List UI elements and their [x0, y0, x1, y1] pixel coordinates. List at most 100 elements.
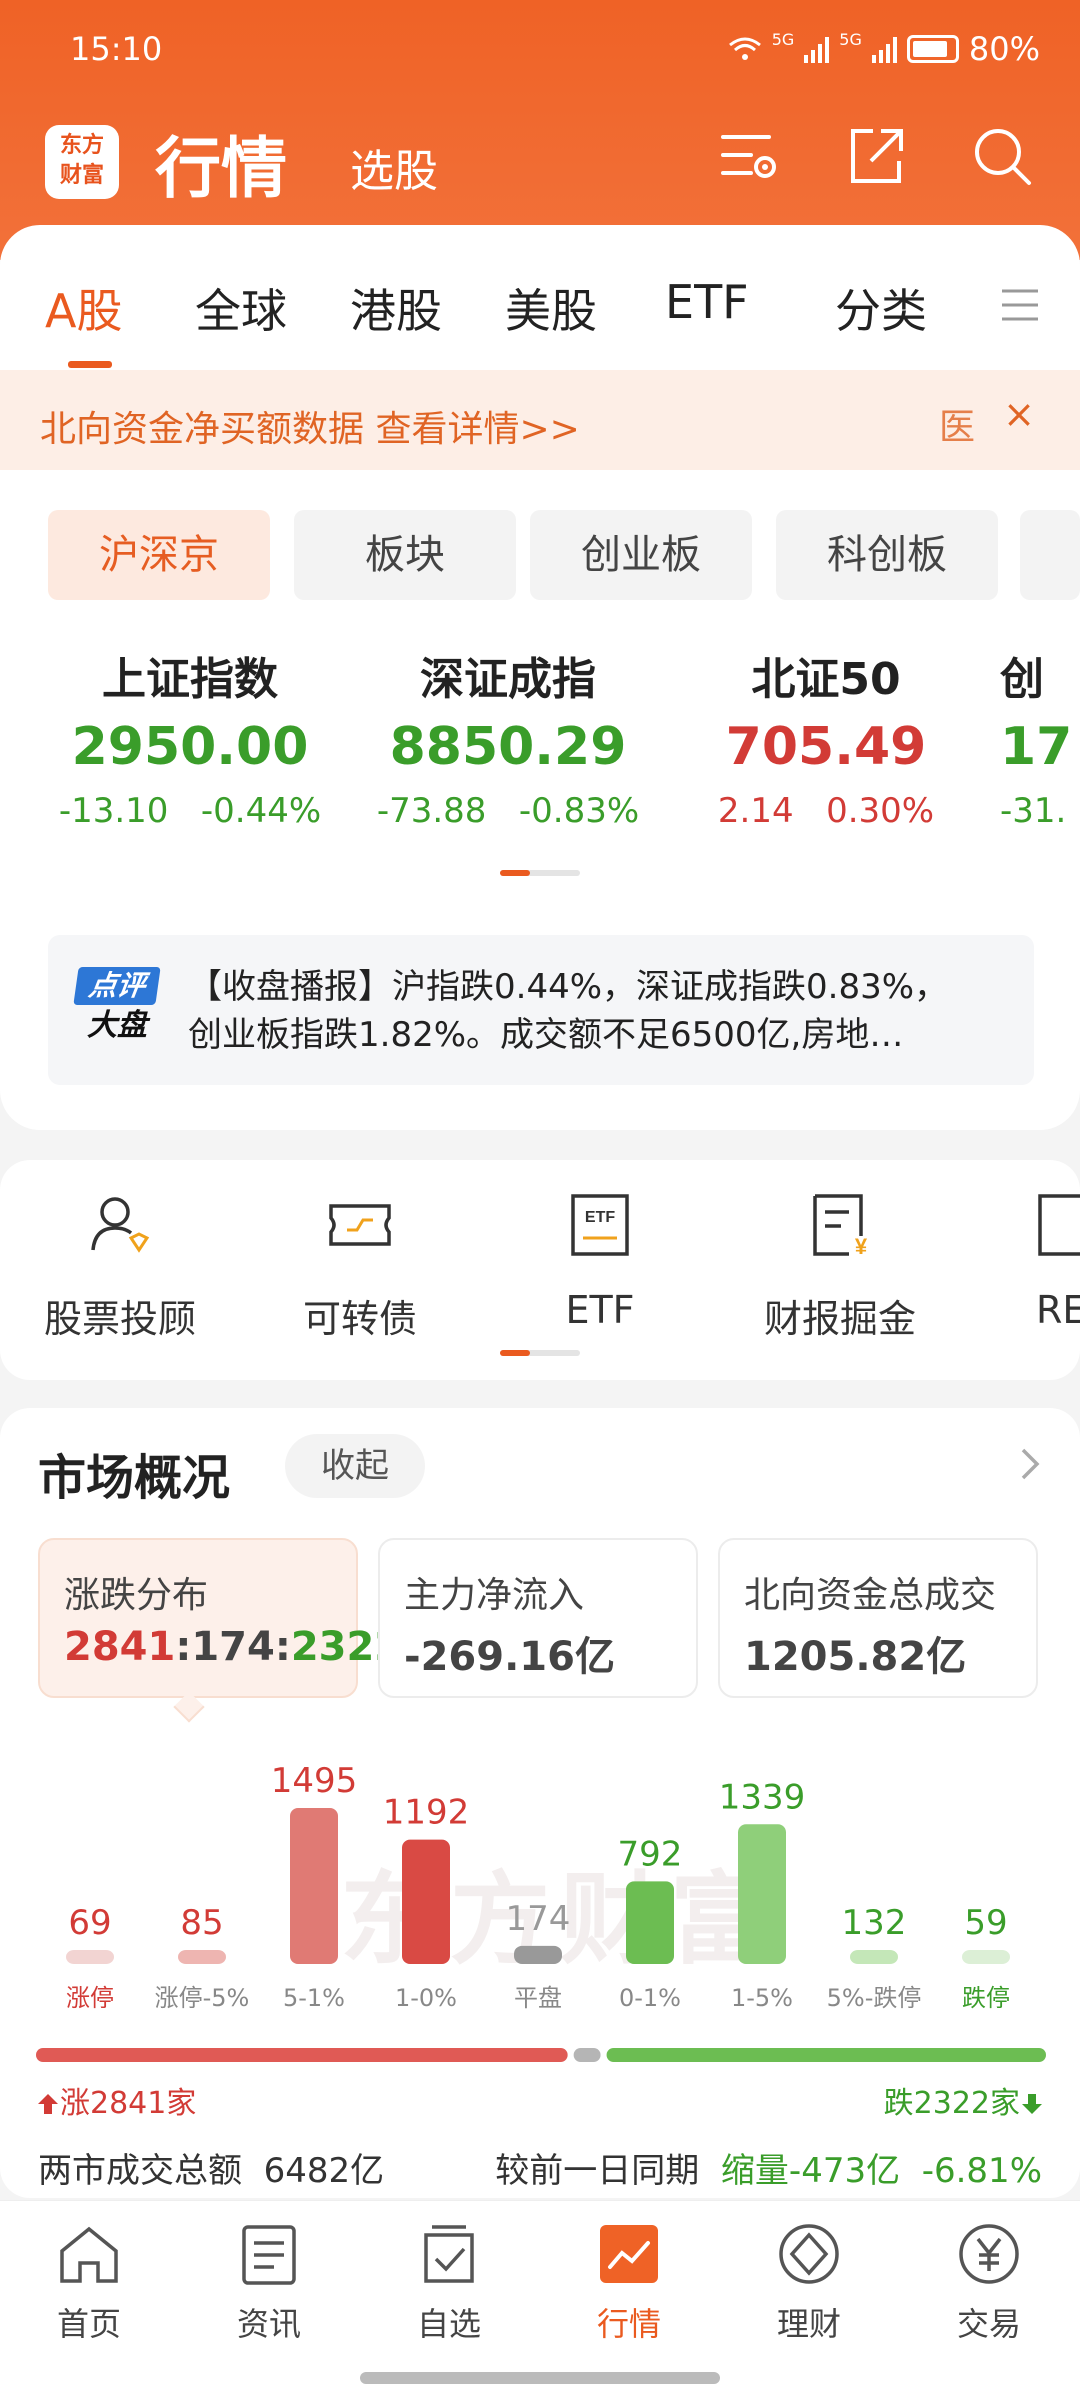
pill-hushenjing[interactable]: 沪深京	[48, 510, 270, 600]
distribution-bar	[962, 1950, 1010, 1964]
wifi-icon	[728, 37, 761, 60]
tool-convertible-bond[interactable]: 可转债	[260, 1190, 460, 1343]
tab-category[interactable]: 分类	[835, 275, 927, 341]
index-value: 2950.00	[71, 717, 309, 777]
bar-value-label: 132	[842, 1903, 907, 1943]
nav-wealth[interactable]: 理财	[734, 2221, 884, 2345]
collapse-button[interactable]: 收起	[285, 1434, 425, 1498]
distribution-bar	[626, 1881, 674, 1964]
index-name: 北证50	[751, 654, 901, 705]
app-logo: 东方 财富	[45, 125, 119, 199]
tool-reits[interactable]: RE	[980, 1190, 1080, 1332]
up-count-label: 涨2841家	[36, 2078, 196, 2122]
nav-market[interactable]: 行情	[554, 2221, 704, 2345]
network-label-a: 5G	[771, 29, 795, 49]
pill-more[interactable]	[1020, 510, 1080, 600]
badge-top-text: 点评	[73, 967, 161, 1005]
bottom-navigation: 首页 资讯 自选 行情 理财 交易	[0, 2200, 1080, 2400]
bar-category-label: 5%-跌停	[827, 1984, 922, 2012]
index-change: -31.	[1000, 791, 1067, 831]
nav-news[interactable]: 资讯	[194, 2221, 344, 2345]
distribution-bar	[290, 1808, 338, 1964]
banner-close-button[interactable]: ×	[1003, 392, 1035, 436]
tool-report[interactable]: ¥ 财报掘金	[740, 1190, 940, 1343]
trade-icon	[959, 2224, 1019, 2284]
bar-category-label: 跌停	[962, 1984, 1010, 2012]
distribution-bar	[178, 1950, 226, 1964]
index-change: 2.14 0.30%	[717, 791, 935, 831]
tool-label: 可转债	[302, 1297, 417, 1341]
distribution-bar	[402, 1839, 450, 1964]
bar-value-label: 792	[618, 1834, 683, 1874]
tab-global[interactable]: 全球	[195, 275, 287, 341]
svg-text:¥: ¥	[855, 1234, 868, 1259]
stock-picker-link[interactable]: 选股	[350, 135, 438, 199]
tool-label: 财报掘金	[763, 1297, 916, 1341]
search-icon[interactable]	[969, 123, 1035, 189]
filter-settings-icon[interactable]	[717, 123, 783, 189]
tab-us[interactable]: 美股	[505, 275, 597, 341]
pill-chinext[interactable]: 创业板	[530, 510, 752, 600]
distribution-bar	[850, 1950, 898, 1964]
tab-etf[interactable]: ETF	[665, 275, 749, 329]
updown-ratio-bar	[36, 2048, 1046, 2062]
index-card[interactable]: 深证成指 8850.29 -73.88 -0.83%	[348, 643, 668, 831]
index-card[interactable]: 北证50 705.49 2.14 0.30%	[666, 643, 986, 831]
nav-label: 交易	[956, 2305, 1021, 2343]
nav-trade[interactable]: 交易	[914, 2221, 1064, 2345]
stat-updown-distribution[interactable]: 涨跌分布 2841:174:2322	[38, 1538, 402, 1698]
market-top-card: A股 全球 港股 美股 ETF 分类 北向资金净买额数据 查看详情>> 医 × …	[0, 225, 1080, 1130]
northbound-banner[interactable]: 北向资金净买额数据 查看详情>> 医 ×	[0, 370, 1080, 470]
app-bar-actions	[717, 123, 1035, 189]
pill-sector[interactable]: 板块	[294, 510, 516, 600]
etf-icon: ETF	[571, 1194, 629, 1256]
tools-card: 股票投顾 可转债 ETF ETF ¥ 财报掘金 RE	[0, 1160, 1080, 1380]
nav-home[interactable]: 首页	[14, 2221, 164, 2345]
index-value: 705.49	[725, 717, 927, 777]
market-icon	[600, 2225, 658, 2283]
tool-etf[interactable]: ETF ETF	[500, 1190, 700, 1332]
stat-main-net-inflow[interactable]: 主力净流入 -269.16亿	[378, 1538, 698, 1698]
chevron-right-icon[interactable]	[1015, 1444, 1045, 1484]
pill-star[interactable]: 科创板	[776, 510, 998, 600]
turnover-row: 两市成交总额 6482亿 较前一日同期 缩量-473亿 -6.81%	[38, 2143, 1042, 2193]
nav-label: 理财	[776, 2305, 841, 2343]
tool-label: ETF	[565, 1288, 635, 1332]
banner-text[interactable]: 北向资金净买额数据 查看详情>>	[40, 400, 580, 452]
share-icon[interactable]	[843, 123, 909, 189]
app-header: 15:10 5G 5G 80% 东方 财富 行情 选股	[0, 0, 1080, 260]
market-news-card[interactable]: 点评 大盘 【收盘播报】沪指跌0.44%，深证成指跌0.83%， 创业板指跌1.…	[48, 935, 1034, 1085]
network-label-b: 5G	[839, 29, 862, 49]
news-line-2: 创业板指跌1.82%。成交额不足6500亿,房地…	[188, 1015, 904, 1055]
tab-menu-icon[interactable]	[1000, 283, 1040, 327]
status-time: 15:10	[70, 30, 163, 68]
market-overview-title: 市场概况	[38, 1450, 231, 1506]
turnover-total: 两市成交总额 6482亿	[38, 2151, 385, 2191]
arrow-down-icon	[1022, 2094, 1042, 2114]
stat-title: 主力净流入	[404, 1575, 585, 1616]
index-card[interactable]: 创 17 -31.	[1000, 643, 1080, 831]
bar-category-label: 1-0%	[395, 1984, 457, 2012]
tool-stock-advisor[interactable]: 股票投顾	[20, 1190, 220, 1343]
stat-northbound-turnover[interactable]: 北向资金总成交 1205.82亿	[718, 1538, 1038, 1698]
status-bar: 15:10 5G 5G 80%	[70, 28, 1040, 72]
bar-value-label: 85	[180, 1903, 223, 1943]
report-icon: ¥	[813, 1194, 868, 1259]
page-title: 行情	[155, 130, 287, 207]
distribution-bar	[66, 1950, 114, 1964]
ratio-flat-segment	[573, 2048, 601, 2062]
index-value: 8850.29	[389, 717, 627, 777]
index-name: 上证指数	[102, 654, 278, 705]
nav-label: 首页	[56, 2305, 121, 2343]
tab-a-share[interactable]: A股	[45, 275, 122, 341]
wealth-icon	[779, 2224, 839, 2284]
index-card[interactable]: 上证指数 2950.00 -13.10 -0.44%	[30, 643, 350, 831]
bar-value-label: 69	[68, 1903, 111, 1943]
nav-watchlist[interactable]: 自选	[374, 2221, 524, 2345]
stat-title: 涨跌分布	[64, 1575, 209, 1616]
banner-ad-icon: 医	[938, 407, 975, 448]
turnover-compare: 较前一日同期 缩量-473亿 -6.81%	[495, 2151, 1042, 2191]
tools-page-indicator	[500, 1350, 580, 1356]
home-indicator[interactable]	[360, 2372, 720, 2384]
tab-hk[interactable]: 港股	[350, 275, 442, 341]
